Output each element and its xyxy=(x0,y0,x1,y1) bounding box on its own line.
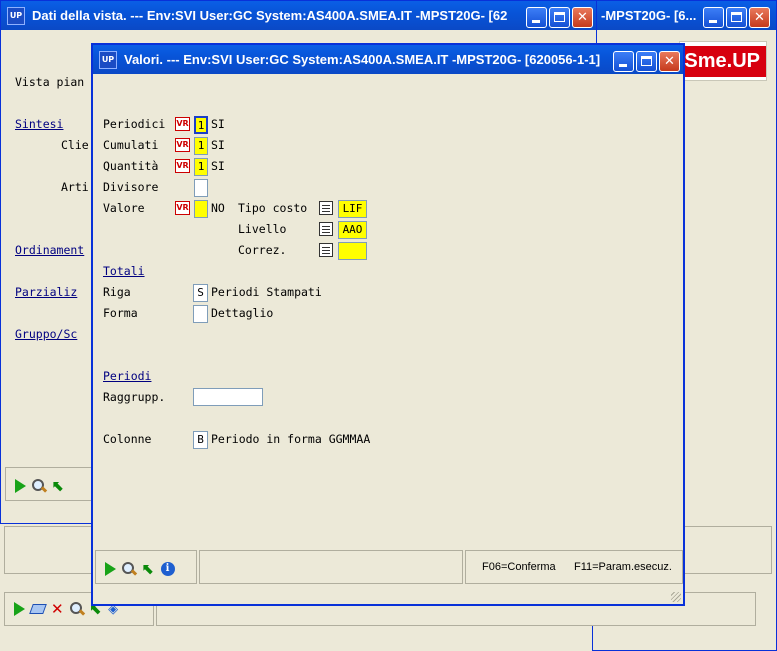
close-button[interactable]: ✕ xyxy=(749,7,770,28)
section-sintesi[interactable]: Sintesi xyxy=(15,117,63,131)
colonne-desc: Periodo in forma GGMMAA xyxy=(211,432,371,446)
valore-input[interactable] xyxy=(194,200,208,218)
section-parzializzazioni[interactable]: Parzializ xyxy=(15,285,77,299)
minimize-button[interactable] xyxy=(613,51,634,72)
back-toolbar-icons: ⬉ xyxy=(15,477,65,495)
forma-input[interactable] xyxy=(193,305,208,323)
colonne-input[interactable]: B xyxy=(193,431,208,449)
section-periodi[interactable]: Periodi xyxy=(103,369,151,383)
vr-value-icon[interactable]: VR xyxy=(175,138,190,152)
background-window-2-title: -MPST20G- [6... xyxy=(601,8,697,23)
search-icon[interactable] xyxy=(32,479,46,493)
cumulati-label: Cumulati xyxy=(103,138,159,152)
eraser-icon[interactable] xyxy=(29,604,47,614)
app-icon: UP xyxy=(99,50,117,69)
vista-label: Vista pian xyxy=(15,75,85,89)
play-icon[interactable] xyxy=(14,602,25,616)
section-ordinamento[interactable]: Ordinament xyxy=(15,243,84,257)
periodici-input[interactable]: 1 xyxy=(194,116,208,134)
values-title: Valori. --- Env:SVI User:GC System:AS400… xyxy=(124,52,601,67)
raggrupp-label: Raggrupp. xyxy=(103,390,166,404)
riga-input[interactable]: S xyxy=(193,284,208,302)
search-icon[interactable] xyxy=(69,602,84,616)
forma-desc: Dettaglio xyxy=(211,306,274,320)
riga-desc: Periodi Stampati xyxy=(211,285,322,299)
valore-desc: NO xyxy=(211,201,225,215)
valore-label: Valore xyxy=(103,201,145,215)
section-gruppo[interactable]: Gruppo/Sc xyxy=(15,327,77,341)
values-titlebar[interactable]: UP Valori. --- Env:SVI User:GC System:AS… xyxy=(93,45,683,74)
tipo-costo-input[interactable]: LIF xyxy=(338,200,367,218)
livello-input[interactable]: AAO xyxy=(338,221,367,239)
maximize-button[interactable] xyxy=(726,7,747,28)
app-icon: UP xyxy=(7,6,25,25)
forma-label: Forma xyxy=(103,306,138,320)
values-function-keys: F06=Conferma F11=Param.esecuz. xyxy=(465,550,683,584)
cumulati-desc: SI xyxy=(211,138,225,152)
close-button[interactable]: ✕ xyxy=(572,7,593,28)
resize-grip[interactable] xyxy=(671,592,681,602)
close-button[interactable]: ✕ xyxy=(659,51,680,72)
smeup-logo-text: Sme.UP xyxy=(678,45,766,77)
values-toolbar-icons: ⬉ i xyxy=(105,560,175,578)
search-icon[interactable] xyxy=(122,562,136,576)
tipo-costo-label: Tipo costo xyxy=(238,201,308,215)
f06-key-label[interactable]: F06=Conferma xyxy=(482,561,556,573)
divisore-input[interactable] xyxy=(194,179,208,197)
correz-label: Correz. xyxy=(238,243,287,257)
list-icon[interactable] xyxy=(319,201,333,215)
list-icon[interactable] xyxy=(319,243,333,257)
values-message-area xyxy=(199,550,463,584)
colonne-label: Colonne xyxy=(103,432,152,446)
play-icon[interactable] xyxy=(15,479,26,493)
articolo-label: Arti xyxy=(61,180,89,194)
section-totali[interactable]: Totali xyxy=(103,264,145,278)
periodici-desc: SI xyxy=(211,117,225,131)
quantita-input[interactable]: 1 xyxy=(194,158,208,176)
divisore-label: Divisore xyxy=(103,180,159,194)
list-icon[interactable] xyxy=(319,222,333,236)
raggrupp-input[interactable] xyxy=(193,388,263,406)
play-icon[interactable] xyxy=(105,562,116,576)
maximize-button[interactable] xyxy=(549,7,570,28)
data-view-titlebar[interactable]: UP Dati della vista. --- Env:SVI User:GC… xyxy=(1,1,596,30)
livello-label: Livello xyxy=(238,222,287,236)
vr-value-icon[interactable]: VR xyxy=(175,159,190,173)
maximize-button[interactable] xyxy=(636,51,657,72)
cumulati-input[interactable]: 1 xyxy=(194,137,208,155)
riga-label: Riga xyxy=(103,285,131,299)
vr-value-icon[interactable]: VR xyxy=(175,201,190,215)
minimize-button[interactable] xyxy=(703,7,724,28)
minimize-button[interactable] xyxy=(526,7,547,28)
quantita-label: Quantità xyxy=(103,159,159,173)
correz-input[interactable] xyxy=(338,242,367,260)
info-icon[interactable]: i xyxy=(160,562,175,576)
refresh-arrow-icon[interactable]: ⬉ xyxy=(142,560,155,578)
cliente-label: Clie xyxy=(61,138,89,152)
quantita-desc: SI xyxy=(211,159,225,173)
refresh-arrow-icon[interactable]: ⬉ xyxy=(52,477,65,495)
smeup-logo: Sme.UP xyxy=(678,41,767,81)
f11-key-label[interactable]: F11=Param.esecuz. xyxy=(574,561,672,573)
values-window: UP Valori. --- Env:SVI User:GC System:AS… xyxy=(91,43,685,606)
vr-value-icon[interactable]: VR xyxy=(175,117,190,131)
data-view-title: Dati della vista. --- Env:SVI User:GC Sy… xyxy=(32,8,508,23)
delete-icon[interactable]: ✕ xyxy=(51,600,64,618)
periodici-label: Periodici xyxy=(103,117,166,131)
